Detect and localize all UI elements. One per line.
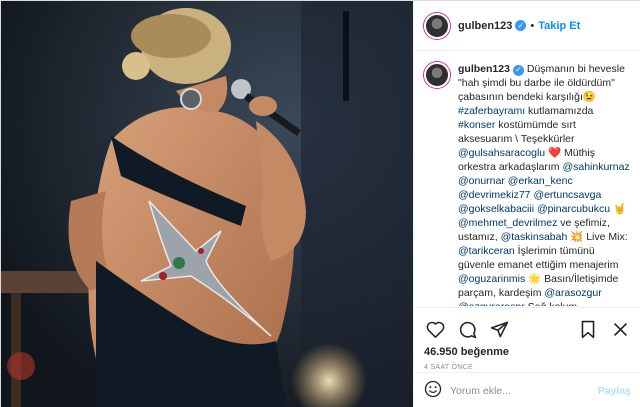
caption-verified-icon: ✓ — [512, 64, 524, 76]
more-icon[interactable] — [609, 318, 631, 340]
add-comment-bar: Paylaş — [414, 372, 640, 407]
post-actions: 46.950 beğenme 4 SAAT ÖNCE — [414, 307, 640, 371]
concert-photo-illustration — [1, 1, 413, 407]
caption-tag-link[interactable]: @mehmet_devrilmez — [458, 217, 557, 229]
caption-tag-link[interactable]: #konser — [458, 119, 495, 131]
separator-dot: • — [530, 19, 535, 32]
caption: gulben123 ✓ Düşmanın bi hevesle "hah şimd… — [424, 62, 631, 306]
post-comment-button[interactable]: Paylaş — [598, 385, 631, 397]
caption-text-segment: 💥 Live Mix: — [567, 231, 628, 243]
heart-icon[interactable] — [424, 318, 446, 340]
username-link[interactable]: gulben123 — [458, 20, 512, 32]
caption-avatar[interactable] — [424, 62, 450, 88]
share-icon[interactable] — [488, 318, 510, 340]
action-icons — [424, 316, 631, 342]
caption-body: Düşmanın bi hevesle "hah şimdi bu darbe … — [458, 63, 630, 306]
caption-tag-link[interactable]: @ozguraraspr — [458, 301, 525, 306]
likes-count[interactable]: 46.950 beğenme — [424, 346, 631, 358]
avatar[interactable] — [424, 12, 450, 39]
caption-tag-link[interactable]: @pinarcubukcu — [537, 203, 610, 215]
follow-button[interactable]: Takip Et — [538, 20, 580, 32]
comment-icon[interactable] — [456, 318, 478, 340]
caption-tag-link[interactable]: @onurnar — [458, 175, 505, 187]
caption-tag-link[interactable]: @devrimekiz77 — [458, 189, 531, 201]
comments-area[interactable]: gulben123 ✓ Düşmanın bi hevesle "hah şimd… — [414, 52, 640, 306]
caption-tag-link[interactable]: @oguzarinmis — [458, 273, 525, 285]
caption-tag-link[interactable]: @gulsahsaracoglu — [458, 147, 545, 159]
caption-tag-link[interactable]: @gokselkabaciii — [458, 203, 534, 215]
caption-tag-link[interactable]: @ertuncsavga — [533, 189, 601, 201]
post-photo[interactable] — [1, 1, 413, 407]
comment-input[interactable] — [450, 384, 598, 397]
verified-badge-icon: ✓ — [515, 20, 527, 31]
caption-tag-link[interactable]: @erkan_kenc — [508, 175, 573, 187]
post-timestamp[interactable]: 4 SAAT ÖNCE — [424, 364, 631, 371]
caption-tag-link[interactable]: @sahinkurnaz — [562, 161, 629, 173]
smiley-icon[interactable] — [424, 380, 442, 401]
post-side-panel: gulben123 ✓ • Takip Et gulben123 ✓ Düşman… — [413, 1, 640, 407]
caption-text: gulben123 ✓ Düşmanın bi hevesle "hah şimd… — [458, 62, 631, 306]
caption-username[interactable]: gulben123 — [458, 63, 510, 75]
instagram-post-window: gulben123 ✓ • Takip Et gulben123 ✓ Düşman… — [0, 0, 640, 407]
caption-tag-link[interactable]: @taskinsabah — [501, 231, 568, 243]
caption-tag-link[interactable]: @tarikceran — [458, 245, 515, 257]
caption-tag-link[interactable]: #zaferbayramı — [458, 105, 525, 117]
caption-text-segment: Sağ kolum — [525, 301, 578, 306]
caption-text-segment: 🤘 — [610, 203, 627, 215]
caption-text-segment: kutlamamızda — [525, 105, 594, 117]
post-header: gulben123 ✓ • Takip Et — [414, 1, 640, 51]
caption-tag-link[interactable]: @arasozgur — [544, 287, 601, 299]
bookmark-icon[interactable] — [577, 318, 599, 340]
